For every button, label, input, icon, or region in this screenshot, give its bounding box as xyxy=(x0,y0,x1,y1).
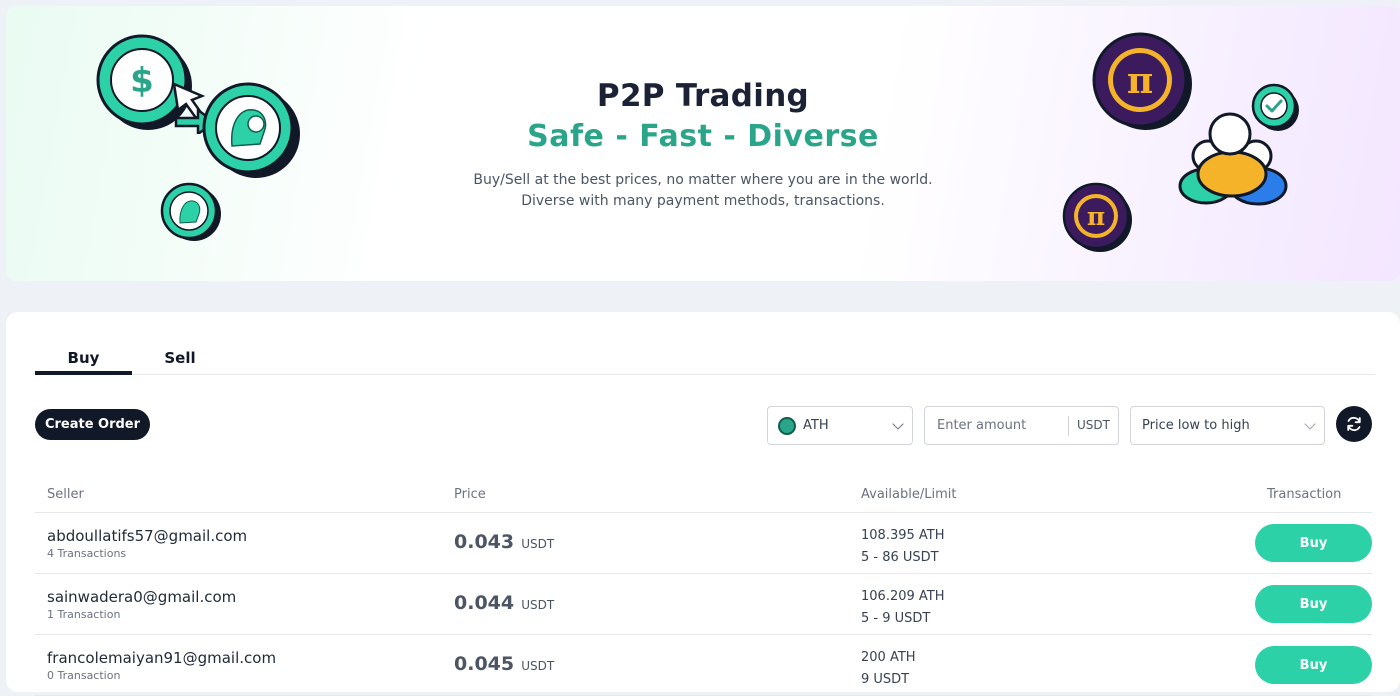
trade-tabs: Buy Sell xyxy=(35,345,1375,375)
tab-sell-label: Sell xyxy=(164,349,196,367)
amount-input[interactable] xyxy=(925,407,1065,444)
svg-text:π: π xyxy=(1127,60,1153,102)
amount-field: USDT xyxy=(924,406,1119,445)
available-amount: 106.209 ATH xyxy=(861,589,945,604)
seller-email[interactable]: abdoullatifs57@gmail.com xyxy=(47,527,247,545)
price-value: 0.044 xyxy=(454,592,515,614)
price-unit: USDT xyxy=(521,537,555,551)
seller-email[interactable]: sainwadera0@gmail.com xyxy=(47,588,236,606)
limit-range: 9 USDT xyxy=(861,672,910,687)
header-price: Price xyxy=(454,487,486,502)
amount-unit: USDT xyxy=(1077,418,1110,432)
hero-banner: $ P2P Trading Safe - Fast - Diverse Buy/… xyxy=(6,6,1400,281)
offer-available-limit: 108.395 ATH 5 - 86 USDT xyxy=(861,525,945,569)
sort-select-value: Price low to high xyxy=(1142,418,1250,433)
price-unit: USDT xyxy=(521,598,555,612)
p2p-panel: Buy Sell Create Order ATH USDT Price low… xyxy=(6,312,1400,696)
sort-select[interactable]: Price low to high xyxy=(1130,406,1325,445)
tab-buy-label: Buy xyxy=(67,349,100,367)
offers-table: Seller Price Available/Limit Transaction… xyxy=(35,475,1372,696)
available-amount: 200 ATH xyxy=(861,650,916,665)
check-badge-icon xyxy=(1251,83,1299,131)
chevron-down-icon xyxy=(1304,418,1316,430)
seller-transactions: 4 Transactions xyxy=(47,547,127,560)
price-unit: USDT xyxy=(521,659,555,673)
chevron-down-icon xyxy=(892,418,904,430)
table-row: sainwadera0@gmail.com 1 Transaction 0.04… xyxy=(35,574,1372,635)
available-amount: 108.395 ATH xyxy=(861,528,945,543)
limit-range: 5 - 9 USDT xyxy=(861,611,931,626)
amount-divider xyxy=(1068,416,1069,436)
seller-email[interactable]: francolemaiyan91@gmail.com xyxy=(47,649,276,667)
offer-price: 0.045 USDT xyxy=(454,653,554,675)
buy-button[interactable]: Buy xyxy=(1255,524,1372,562)
refresh-button[interactable] xyxy=(1336,406,1372,442)
offer-price: 0.044 USDT xyxy=(454,592,554,614)
tab-sell[interactable]: Sell xyxy=(147,345,213,375)
pi-coin-small-icon: π xyxy=(1062,182,1132,252)
coin-select-value: ATH xyxy=(803,418,829,433)
offer-available-limit: 106.209 ATH 5 - 9 USDT xyxy=(861,586,945,630)
refresh-icon xyxy=(1347,416,1361,432)
price-value: 0.045 xyxy=(454,653,515,675)
table-row: francolemaiyan91@gmail.com 0 Transaction… xyxy=(35,635,1372,696)
offer-available-limit: 200 ATH 9 USDT xyxy=(861,647,916,691)
coin-select[interactable]: ATH xyxy=(767,406,913,445)
seller-transactions: 0 Transaction xyxy=(47,669,121,682)
offer-price: 0.043 USDT xyxy=(454,531,554,553)
table-header: Seller Price Available/Limit Transaction xyxy=(35,475,1372,513)
athena-coin-icon xyxy=(778,416,796,435)
tab-buy[interactable]: Buy xyxy=(35,345,132,375)
header-seller: Seller xyxy=(47,487,84,502)
svg-text:π: π xyxy=(1087,202,1105,231)
buy-button[interactable]: Buy xyxy=(1255,585,1372,623)
header-transaction: Transaction xyxy=(1267,487,1342,502)
limit-range: 5 - 86 USDT xyxy=(861,550,939,565)
buy-button[interactable]: Buy xyxy=(1255,646,1372,684)
price-value: 0.043 xyxy=(454,531,515,553)
create-order-button[interactable]: Create Order xyxy=(35,409,150,440)
table-row: abdoullatifs57@gmail.com 4 Transactions … xyxy=(35,513,1372,574)
header-available: Available/Limit xyxy=(861,487,957,502)
seller-transactions: 1 Transaction xyxy=(47,608,121,621)
